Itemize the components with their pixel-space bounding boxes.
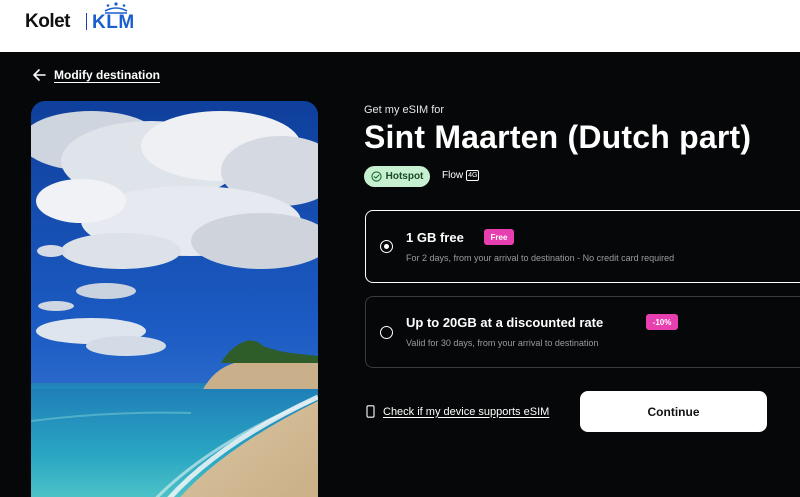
check-circle-icon (370, 171, 382, 182)
plan-option-free[interactable]: 1 GB free Free For 2 days, from your arr… (365, 210, 800, 283)
flow-label: Flow (442, 170, 464, 181)
logo-divider (86, 13, 87, 30)
destination-photo (31, 101, 318, 497)
plan-name: 1 GB free (406, 230, 464, 245)
check-device-label: Check if my device supports eSIM (383, 405, 550, 418)
check-device-link[interactable]: Check if my device supports eSIM (366, 405, 549, 418)
plan-radio[interactable] (380, 326, 393, 339)
phone-icon (366, 405, 375, 418)
plan-description: Valid for 30 days, from your arrival to … (406, 338, 599, 348)
destination-title: Sint Maarten (Dutch part) (364, 119, 752, 155)
destination-subtitle: Get my eSIM for (364, 104, 445, 116)
kolet-logo[interactable]: Kolet (25, 11, 71, 33)
hotspot-label: Hotspot (385, 171, 424, 182)
modify-destination-link[interactable]: Modify destination (32, 66, 160, 84)
top-bar: Kolet KLM (0, 0, 800, 52)
klm-wordmark: KLM (92, 12, 135, 33)
continue-button[interactable]: Continue (580, 391, 767, 432)
plan-tag: Free (484, 229, 514, 245)
plan-description: For 2 days, from your arrival to destina… (406, 253, 675, 263)
plan-radio-selected[interactable] (380, 240, 393, 253)
plan-name: Up to 20GB at a discounted rate (406, 315, 604, 330)
klm-logo: KLM (92, 2, 152, 33)
arrow-left-icon (33, 69, 46, 81)
hotspot-badge: Hotspot (364, 166, 430, 187)
network-info: Flow 4G (442, 170, 480, 181)
plan-option-discounted[interactable]: Up to 20GB at a discounted rate -10% Val… (365, 296, 800, 368)
modify-destination-label: Modify destination (54, 68, 160, 82)
beach-photo (31, 101, 318, 497)
network-tag: 4G (466, 170, 480, 181)
plan-tag: -10% (646, 314, 678, 330)
